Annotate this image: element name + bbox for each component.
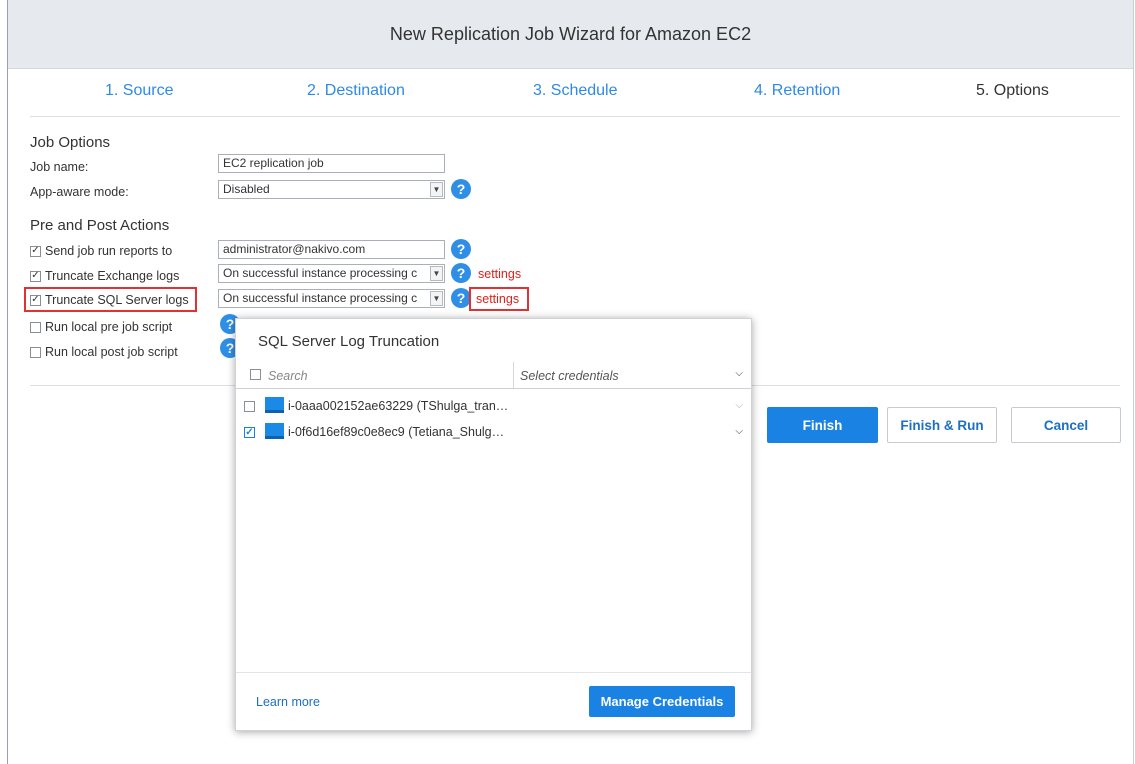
window-title: New Replication Job Wizard for Amazon EC… (8, 0, 1133, 69)
list-item: i-0f6d16ef89c0e8ec9 (Tetiana_Shulg… ⌵ (236, 421, 751, 445)
truncate-exchange-value: On successful instance processing c (223, 266, 418, 280)
pre-script-row: Run local pre job script (30, 320, 172, 334)
post-script-checkbox[interactable] (30, 346, 41, 358)
chevron-down-icon[interactable]: ⌵ (735, 400, 743, 411)
truncate-exchange-row: Truncate Exchange logs (30, 269, 179, 283)
help-icon[interactable]: ? (451, 263, 471, 283)
finish-run-button[interactable]: Finish & Run (887, 407, 997, 443)
post-script-row: Run local post job script (30, 345, 178, 359)
cancel-button[interactable]: Cancel (1011, 407, 1121, 443)
dropdown-arrow-icon: ▼ (430, 266, 443, 281)
credentials-header[interactable]: Select credentials (520, 369, 619, 383)
job-name-input[interactable]: EC2 replication job (218, 154, 445, 173)
send-reports-row: Send job run reports to (30, 244, 172, 258)
finish-button[interactable]: Finish (767, 407, 878, 443)
sql-settings-link[interactable]: settings (476, 292, 519, 306)
dropdown-arrow-icon: ▼ (430, 182, 443, 197)
column-separator (513, 362, 514, 388)
step-options[interactable]: 5. Options (976, 82, 1049, 100)
search-input[interactable]: Search (268, 369, 308, 383)
job-options-title: Job Options (30, 134, 111, 151)
app-aware-label: App-aware mode: (30, 185, 129, 199)
truncate-sql-value: On successful instance processing c (223, 291, 418, 305)
truncate-sql-select[interactable]: On successful instance processing c ▼ (218, 289, 445, 308)
truncate-sql-checkbox[interactable] (30, 294, 41, 306)
truncate-exchange-label: Truncate Exchange logs (45, 269, 180, 283)
instance-name: i-0f6d16ef89c0e8ec9 (Tetiana_Shulg… (288, 425, 505, 439)
dropdown-arrow-icon: ▼ (430, 291, 443, 306)
help-icon[interactable]: ? (451, 288, 471, 308)
app-aware-value: Disabled (223, 182, 270, 196)
sql-truncation-popup: SQL Server Log Truncation Search Select … (235, 318, 752, 731)
wizard-steps: 1. Source 2. Destination 3. Schedule 4. … (8, 68, 1133, 116)
send-reports-checkbox[interactable] (30, 245, 41, 257)
app-aware-select[interactable]: Disabled ▼ (218, 180, 445, 199)
popup-footer: Learn more Manage Credentials (236, 672, 751, 730)
chevron-down-icon[interactable]: ⌵ (735, 426, 743, 437)
instance-checkbox[interactable] (244, 427, 255, 438)
instance-icon (265, 397, 284, 413)
chevron-down-icon[interactable]: ⌵ (735, 368, 743, 379)
select-all-checkbox[interactable] (250, 369, 261, 380)
popup-list-header: Search Select credentials ⌵ (236, 362, 751, 389)
truncate-exchange-select[interactable]: On successful instance processing c ▼ (218, 264, 445, 283)
pre-script-checkbox[interactable] (30, 321, 41, 333)
truncate-sql-label: Truncate SQL Server logs (45, 293, 189, 307)
step-destination[interactable]: 2. Destination (307, 82, 405, 100)
pre-script-label: Run local pre job script (45, 320, 173, 334)
pre-post-title: Pre and Post Actions (30, 217, 170, 234)
list-item: i-0aaa002152ae63229 (TShulga_tran… ⌵ (236, 395, 751, 419)
help-icon[interactable]: ? (451, 179, 471, 199)
instance-name: i-0aaa002152ae63229 (TShulga_tran… (288, 399, 509, 413)
post-script-label: Run local post job script (45, 345, 178, 359)
send-reports-label: Send job run reports to (45, 244, 173, 258)
manage-credentials-button[interactable]: Manage Credentials (589, 686, 735, 717)
steps-divider (30, 116, 1120, 117)
exchange-settings-link[interactable]: settings (478, 267, 521, 281)
report-email-input[interactable]: administrator@nakivo.com (218, 240, 445, 259)
truncate-sql-row: Truncate SQL Server logs (30, 293, 189, 307)
truncate-exchange-checkbox[interactable] (30, 270, 41, 282)
instance-icon (265, 423, 284, 439)
instance-checkbox[interactable] (244, 401, 255, 412)
job-name-label: Job name: (30, 160, 89, 174)
step-source[interactable]: 1. Source (105, 82, 173, 100)
popup-title: SQL Server Log Truncation (258, 333, 440, 350)
step-schedule[interactable]: 3. Schedule (533, 82, 618, 100)
step-retention[interactable]: 4. Retention (754, 82, 840, 100)
learn-more-link[interactable]: Learn more (256, 695, 320, 709)
help-icon[interactable]: ? (451, 239, 471, 259)
